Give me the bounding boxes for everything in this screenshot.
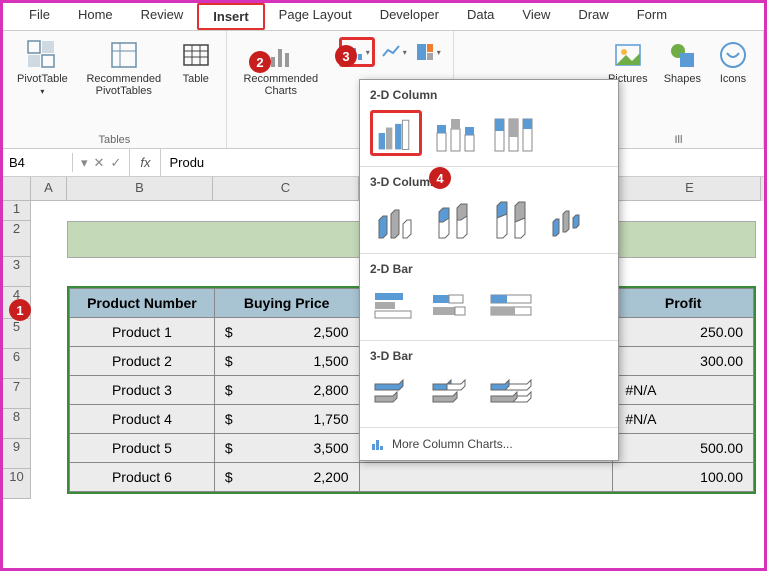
icons-label: Icons [720,73,746,85]
row-header-7[interactable]: 7 [3,379,31,409]
row-header-6[interactable]: 6 [3,349,31,379]
col-header-a[interactable]: A [31,177,67,201]
tab-page-layout[interactable]: Page Layout [265,3,366,30]
shapes-label: Shapes [664,73,701,85]
tab-formulas[interactable]: Form [623,3,681,30]
ribbon-group-tables: PivotTable ▾ Recommended PivotTables Tab… [3,31,227,148]
formula-bar-buttons: ▾ ✕ ✓ [73,149,130,176]
row-header-3[interactable]: 3 [3,257,31,287]
col-profit: Profit [613,289,754,318]
row-header-10[interactable]: 10 [3,469,31,499]
clustered-bar-option[interactable] [370,284,422,330]
3d-100-stacked-bar-option[interactable] [486,371,538,417]
pivot-table-label: PivotTable [17,73,68,85]
3d-clustered-bar-option[interactable] [370,371,422,417]
stacked-bar-option[interactable] [428,284,480,330]
col-header-b[interactable]: B [67,177,213,201]
tab-review[interactable]: Review [127,3,198,30]
table-button[interactable]: Table [176,37,216,99]
callout-badge-3: 3 [335,45,357,67]
table-label: Table [183,73,209,85]
3d-clustered-column-option[interactable] [370,197,422,243]
3d-stacked-column-option[interactable] [428,197,480,243]
row-header-9[interactable]: 9 [3,439,31,469]
tab-view[interactable]: View [508,3,564,30]
tab-draw[interactable]: Draw [564,3,622,30]
table-row[interactable]: Product 6$2,200100.00 [70,463,754,492]
chevron-down-icon: ▾ [437,48,441,57]
recommended-pivot-button[interactable]: Recommended PivotTables [80,37,168,99]
callout-badge-4: 4 [429,167,451,189]
callout-badge-1: 1 [9,299,31,321]
callout-badge-2: 2 [249,51,271,73]
treemap-chart-button[interactable]: ▾ [413,37,443,67]
line-chart-button[interactable]: ▾ [379,37,409,67]
tab-developer[interactable]: Developer [366,3,453,30]
100-stacked-bar-option[interactable] [486,284,538,330]
col-header-e[interactable]: E [619,177,761,201]
row-header-8[interactable]: 8 [3,409,31,439]
clustered-column-option[interactable] [370,110,422,156]
ribbon-tabs: File Home Review Insert Page Layout Deve… [3,3,764,31]
tab-file[interactable]: File [15,3,64,30]
section-2d-column: 2-D Column [360,80,618,106]
section-3d-column: 3-D Column [360,167,618,193]
col-product-number: Product Number [70,289,215,318]
row-header-1[interactable]: 1 [3,201,31,221]
3d-stacked-bar-option[interactable] [428,371,480,417]
confirm-icon[interactable]: ✓ [110,155,121,171]
col-buying-price: Buying Price [214,289,359,318]
row-header-5[interactable]: 5 [3,319,31,349]
name-box[interactable]: B4 [3,153,73,172]
col-header-c[interactable]: C [213,177,359,201]
section-2d-bar: 2-D Bar [360,254,618,280]
icons-button[interactable]: Icons [713,37,753,87]
more-column-charts-link[interactable]: More Column Charts... [360,428,618,454]
illustrations-group-label: Ill [604,134,753,146]
3d-column-option[interactable] [544,197,596,243]
recommended-pivot-label: Recommended PivotTables [84,73,164,97]
select-all-corner[interactable] [3,177,31,201]
chevron-down-icon: ▾ [366,48,370,57]
pivot-table-button[interactable]: PivotTable ▾ [13,37,72,99]
row-header-2[interactable]: 2 [3,221,31,257]
chevron-down-icon: ▾ [40,87,44,96]
tables-group-label: Tables [13,134,216,146]
more-charts-label: More Column Charts... [392,437,513,451]
cancel-icon[interactable]: ✕ [94,155,105,171]
ribbon-group-illustrations: Pictures Shapes Icons Ill [594,31,764,148]
column-chart-dropdown: 2-D Column 3-D Column 2-D Bar 3-D Bar Mo… [359,79,619,461]
chevron-down-icon: ▾ [403,48,407,57]
tab-home[interactable]: Home [64,3,127,30]
fx-icon[interactable]: fx [130,149,161,176]
shapes-button[interactable]: Shapes [660,37,705,87]
recommended-charts-label: Recommended Charts [241,73,321,97]
stacked-column-option[interactable] [428,110,480,156]
caret-down-icon[interactable]: ▾ [81,155,88,171]
tab-insert[interactable]: Insert [197,3,264,30]
100-stacked-column-option[interactable] [486,110,538,156]
section-3d-bar: 3-D Bar [360,341,618,367]
tab-data[interactable]: Data [453,3,508,30]
3d-100-stacked-column-option[interactable] [486,197,538,243]
